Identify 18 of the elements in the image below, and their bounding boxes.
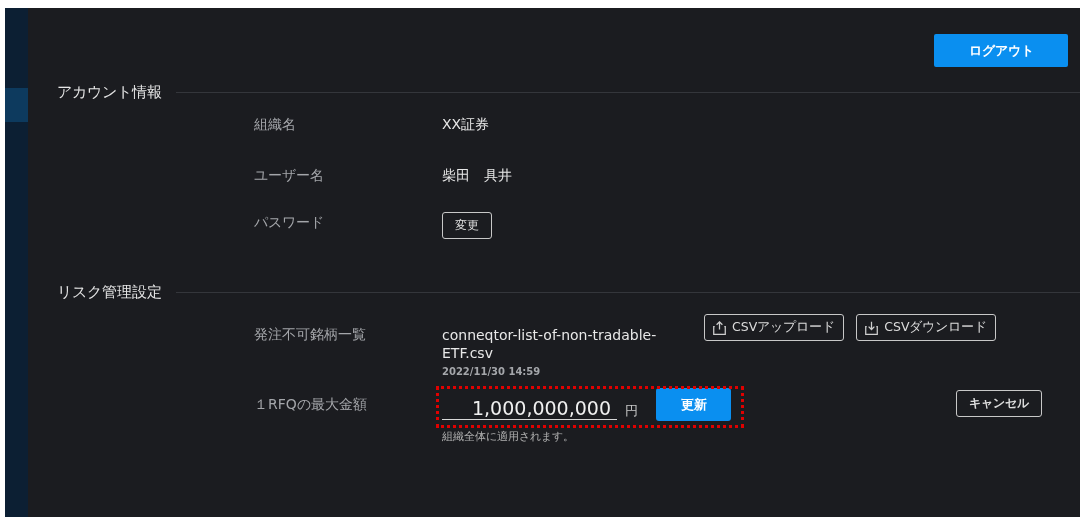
field-value: XX証券 [442,116,490,134]
field-label: 発注不可銘柄一覧 [254,326,367,344]
field-value: 柴田 具井 [442,167,512,185]
field-label: 組織名 [254,116,297,134]
file-name: conneqtor-list-of-non-tradable-ETF.csv [442,326,658,362]
field-label: １RFQの最大金額 [254,396,368,414]
hint-text: 組織全体に適用されます。 [442,430,575,444]
field-label: ユーザー名 [254,167,325,185]
timestamp: 2022/11/30 14:59 [442,366,542,377]
unit-label: 円 [625,402,638,420]
cancel-button[interactable]: キャンセル [956,390,1042,417]
section-title: リスク管理設定 [57,283,162,302]
field-label: パスワード [254,214,325,232]
csv-upload-button[interactable]: CSVアップロード [704,314,845,341]
amount-field[interactable]: 1,000,000,000 [442,396,617,420]
section-title: アカウント情報 [57,83,162,102]
csv-download-button[interactable]: CSVダウンロード [856,314,997,341]
change-button[interactable]: 変更 [442,212,492,239]
